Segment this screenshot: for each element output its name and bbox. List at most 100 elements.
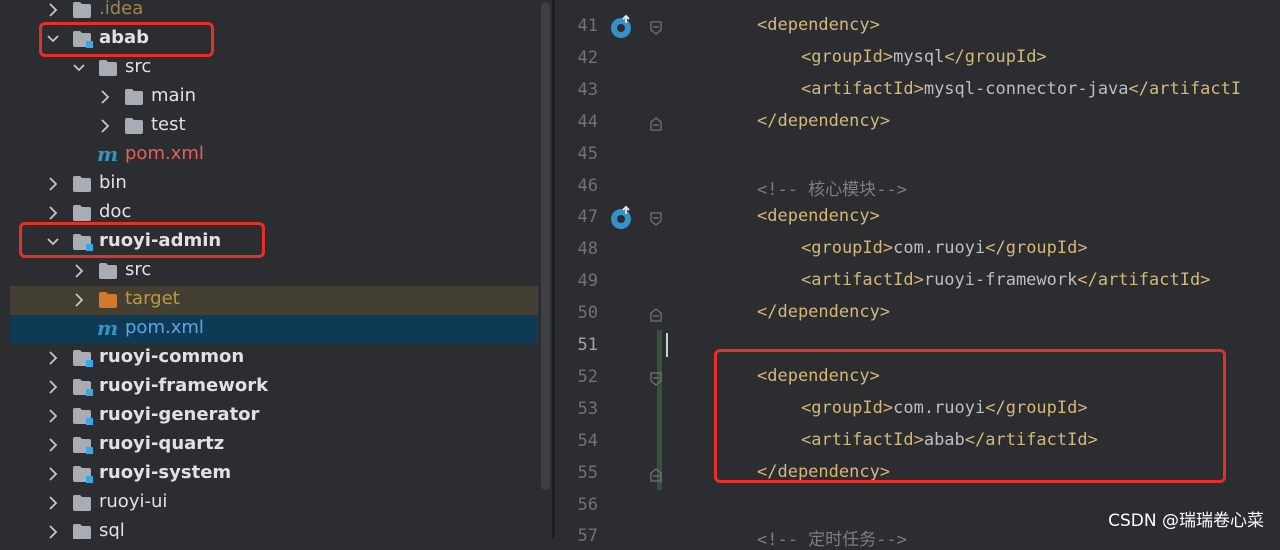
chevron-right-icon[interactable] (46, 406, 60, 426)
code-line[interactable]: <artifactId>mysql-connector-java</artifa… (801, 79, 1241, 99)
tree-row[interactable]: ruoyi-admin (10, 228, 538, 257)
chevron-down-icon[interactable] (46, 232, 60, 252)
folder-icon (72, 1, 92, 19)
xml-tag: </dependency> (757, 302, 891, 323)
fold-marker-icon[interactable] (649, 20, 663, 35)
xml-comment: <!-- 核心模块--> (757, 179, 907, 200)
tree-item-label: pom.xml (125, 317, 204, 338)
tree-item-label: doc (99, 201, 132, 222)
fold-marker-icon[interactable] (649, 211, 663, 227)
line-number: 57 (577, 526, 598, 547)
tree-row[interactable]: m pom.xml (10, 141, 538, 170)
line-number: 47 (577, 207, 598, 228)
chevron-right-icon[interactable] (72, 290, 86, 310)
maven-dependency-gutter-icon[interactable] (609, 205, 635, 231)
tree-row[interactable]: abab (10, 25, 538, 54)
maven-icon: m (97, 142, 119, 166)
tree-row[interactable]: ruoyi-framework (10, 373, 538, 402)
tree-item-label: test (151, 114, 186, 135)
tree-row[interactable]: test (10, 112, 538, 141)
fold-marker-icon[interactable] (649, 371, 663, 386)
chevron-down-icon[interactable] (46, 29, 60, 49)
fold-marker-icon[interactable] (649, 116, 663, 131)
tree-row[interactable]: bin (10, 170, 538, 199)
chevron-right-icon[interactable] (46, 522, 60, 539)
xml-tag: </dependency> (757, 461, 891, 482)
chevron-right-icon[interactable] (46, 435, 60, 455)
xml-tag: <dependency> (757, 206, 880, 227)
tree-scrollbar-thumb[interactable] (541, 2, 550, 490)
code-line[interactable]: </dependency> (757, 111, 890, 131)
tree-row[interactable]: src (10, 54, 538, 83)
tree-row[interactable]: sql (10, 518, 538, 539)
xml-tag: </groupId> (944, 46, 1047, 67)
fold-marker-icon[interactable] (649, 307, 663, 322)
line-number: 41 (577, 16, 598, 36)
maven-dependency-gutter-icon[interactable] (609, 14, 635, 40)
xml-text: com.ruoyi (893, 238, 986, 259)
tree-row[interactable]: doc (10, 199, 538, 228)
tree-row[interactable]: ruoyi-system (10, 460, 538, 489)
tree-row[interactable]: ruoyi-common (10, 344, 538, 373)
text-caret (666, 333, 668, 357)
xml-text: com.ruoyi (893, 397, 986, 418)
chevron-right-icon[interactable] (72, 261, 86, 281)
folder-icon (72, 204, 92, 222)
line-number: 52 (577, 366, 598, 387)
chevron-right-icon[interactable] (46, 493, 60, 513)
chevron-right-icon[interactable] (46, 174, 60, 194)
tree-item-label: target (125, 288, 180, 309)
chevron-down-icon[interactable] (72, 58, 86, 78)
xml-tag: <groupId> (801, 397, 894, 418)
tree-row[interactable]: ruoyi-quartz (10, 431, 538, 460)
chevron-right-icon[interactable] (46, 348, 60, 368)
code-line[interactable]: <artifactId>abab</artifactId> (801, 430, 1098, 450)
tree-row[interactable]: src (10, 257, 538, 286)
chevron-right-icon[interactable] (98, 116, 112, 136)
code-line[interactable]: <dependency> (757, 206, 880, 226)
fold-marker-icon[interactable] (649, 467, 663, 482)
line-number: 44 (577, 111, 598, 132)
line-number: 43 (577, 79, 598, 100)
tree-item-label: bin (99, 172, 127, 193)
code-line[interactable]: <groupId>com.ruoyi</groupId> (801, 238, 1088, 258)
code-line[interactable]: <!-- 定时任务--> (757, 525, 907, 550)
chevron-right-icon[interactable] (46, 203, 60, 223)
chevron-right-icon[interactable] (46, 464, 60, 484)
tree-item-label: ruoyi-common (99, 346, 245, 367)
code-line[interactable]: <dependency> (757, 366, 880, 386)
tree-row[interactable]: target (10, 286, 538, 315)
xml-tag: </artifactI (1128, 78, 1242, 99)
chevron-right-icon[interactable] (46, 0, 60, 20)
code-line[interactable]: </dependency> (757, 462, 890, 482)
tree-item-label: src (125, 56, 152, 77)
tree-row[interactable]: ruoyi-generator (10, 402, 538, 431)
xml-tag: </artifactId> (1077, 270, 1211, 291)
folder-icon (124, 117, 144, 135)
code-line[interactable]: <groupId>mysql</groupId> (801, 47, 1047, 67)
project-tree[interactable]: .idea abab src main test m pom.xml bin doc ruoyi-… (10, 0, 538, 539)
folder-icon (98, 262, 118, 280)
line-number: 48 (577, 239, 598, 260)
tree-item-label: ruoyi-ui (99, 491, 168, 512)
maven-icon: m (97, 316, 119, 340)
tree-item-label: sql (99, 520, 125, 539)
csdn-watermark: CSDN @瑞瑞卷心菜 (1108, 511, 1264, 531)
tree-row[interactable]: m pom.xml (10, 315, 538, 344)
xml-tag: <artifactId> (801, 270, 924, 291)
tree-row[interactable]: ruoyi-ui (10, 489, 538, 518)
code-line[interactable]: </dependency> (757, 302, 890, 322)
tree-item-label: ruoyi-admin (99, 230, 222, 251)
code-line[interactable]: <!-- 核心模块--> (757, 175, 907, 200)
code-line[interactable]: <groupId>com.ruoyi</groupId> (801, 398, 1088, 418)
tree-item-label: src (125, 259, 152, 280)
xml-text: mysql-connector-java (923, 78, 1129, 99)
xml-tag: </groupId> (985, 397, 1088, 418)
module-folder-icon (72, 349, 93, 367)
code-line[interactable]: <dependency> (757, 15, 880, 35)
tree-row[interactable]: main (10, 83, 538, 112)
chevron-right-icon[interactable] (98, 87, 112, 107)
chevron-right-icon[interactable] (46, 377, 60, 397)
code-line[interactable]: <artifactId>ruoyi-framework</artifactId> (801, 270, 1210, 290)
tree-row[interactable]: .idea (10, 0, 538, 25)
